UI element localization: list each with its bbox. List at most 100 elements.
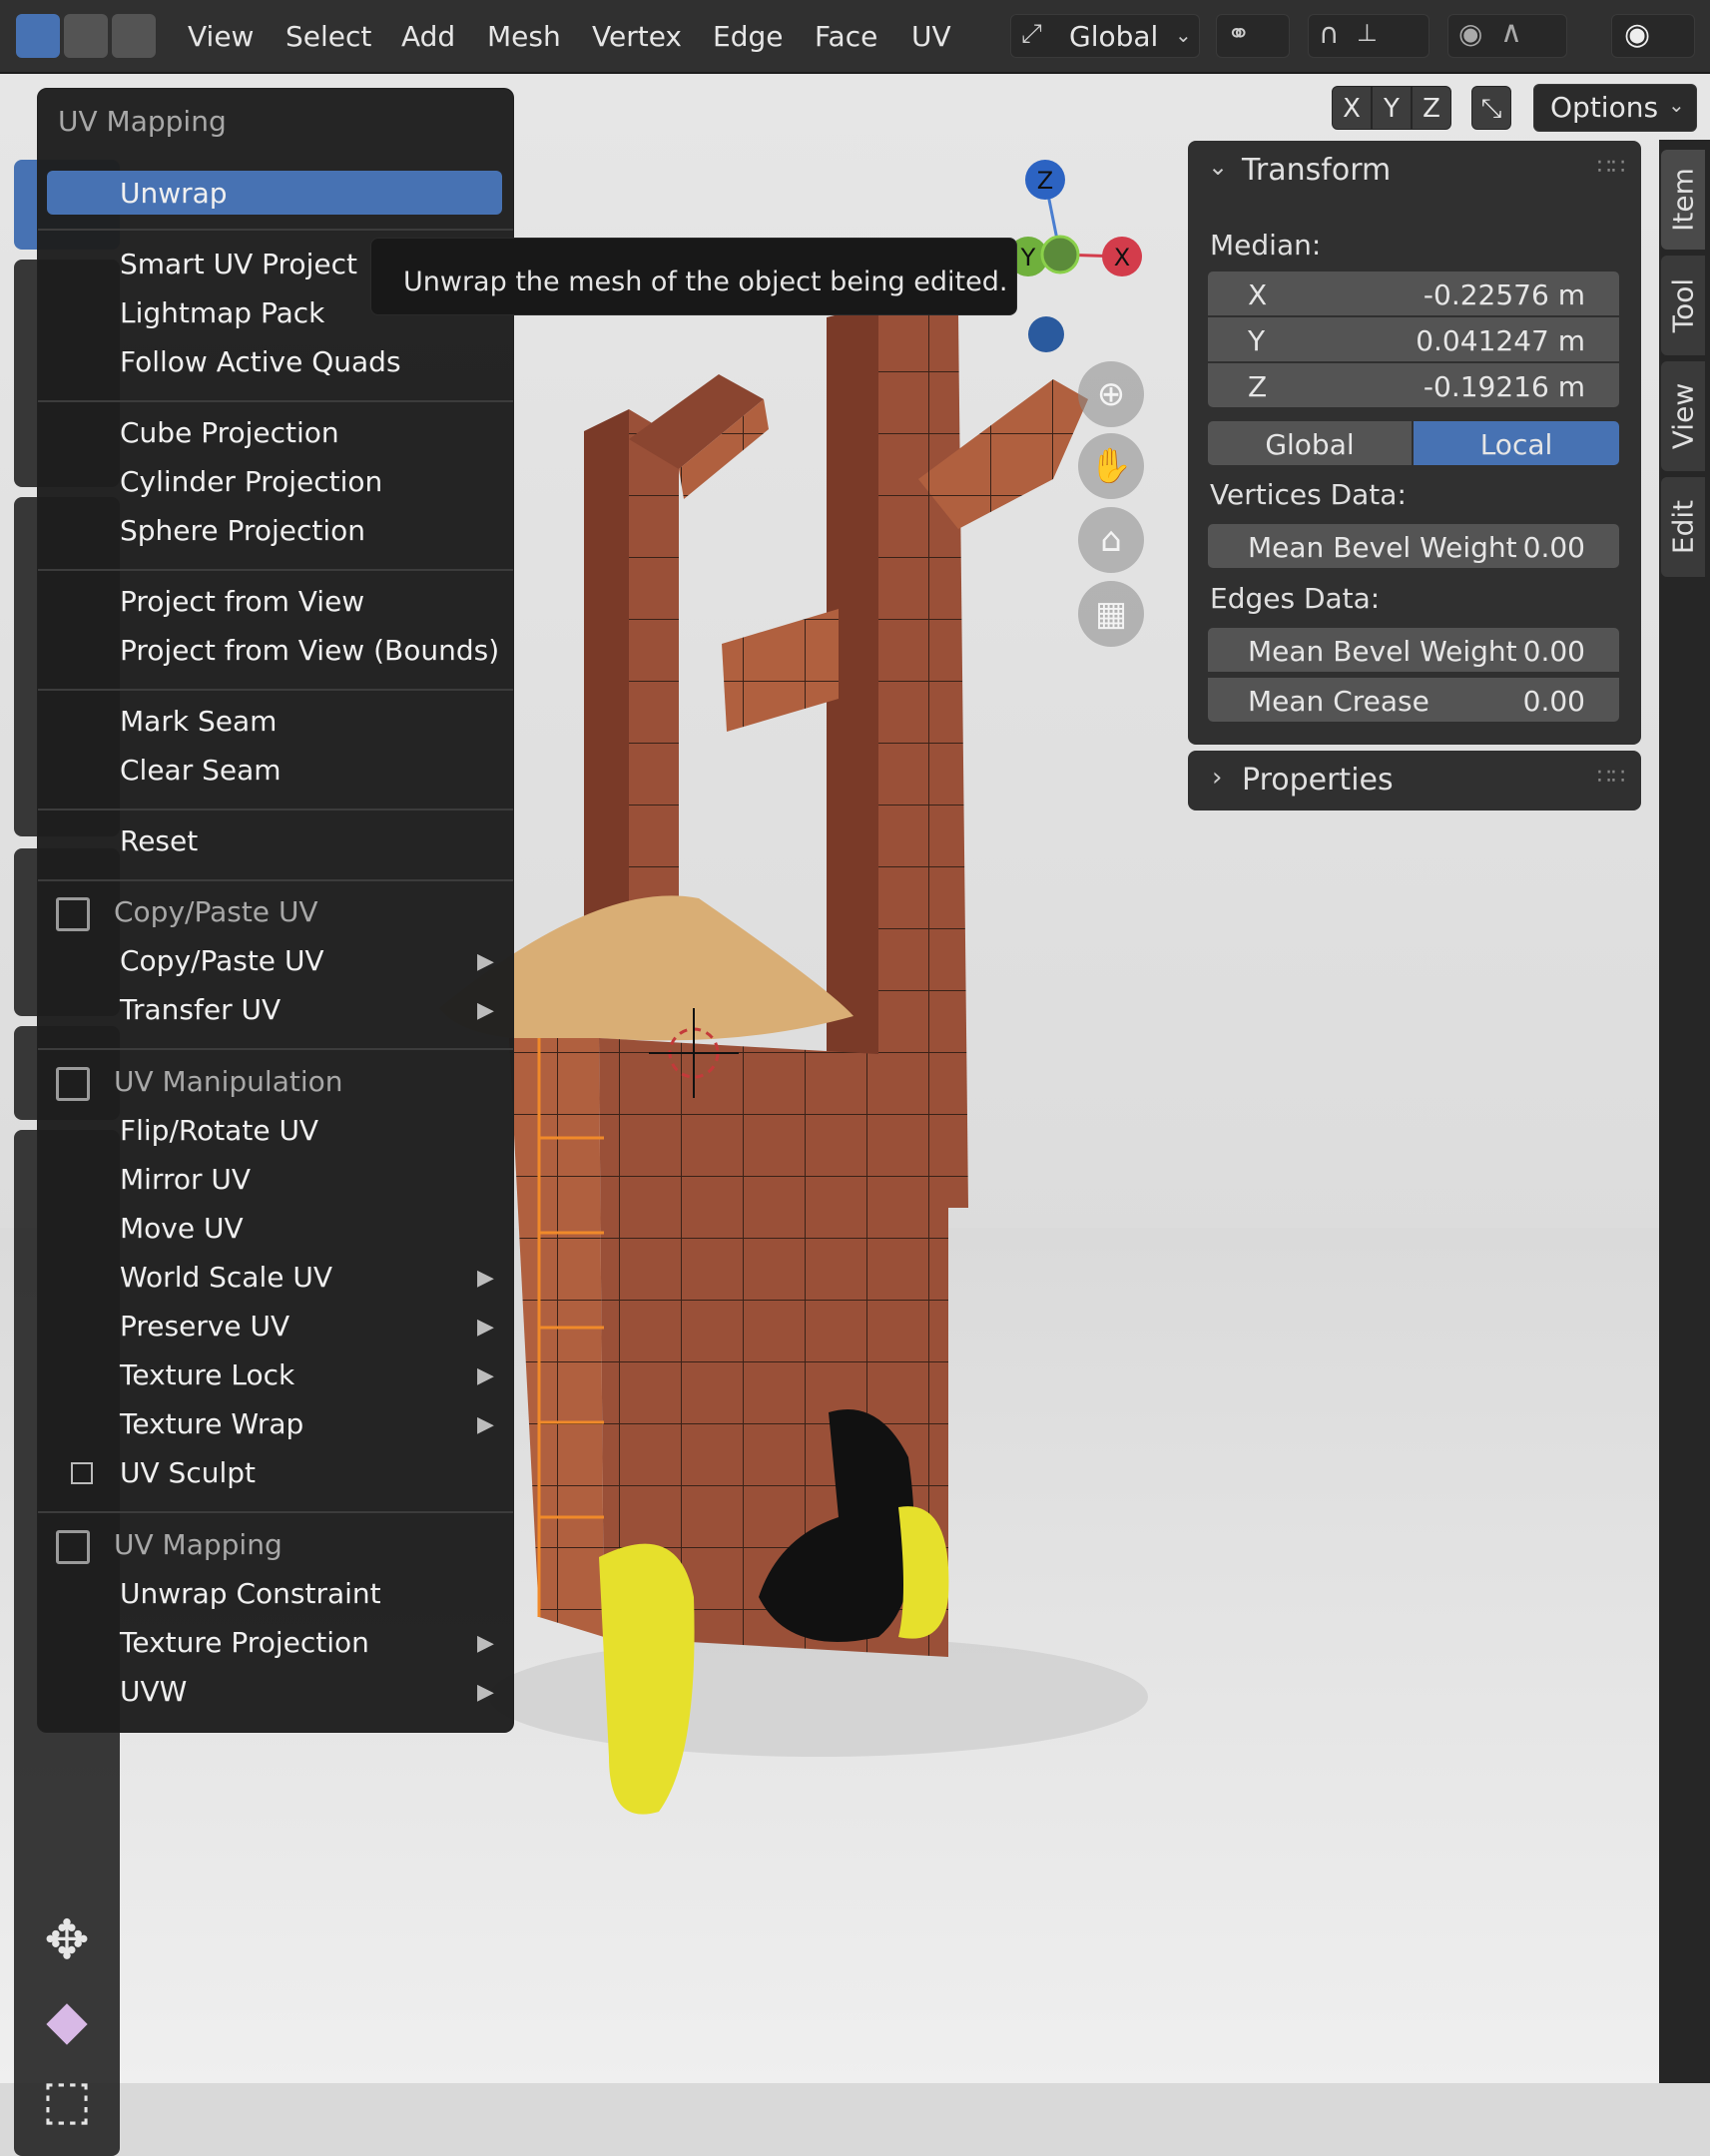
menu-item-clear-seam[interactable]: Clear Seam — [120, 754, 282, 787]
snap-dropdown[interactable]: ∩ ⊥ — [1308, 14, 1429, 58]
addon-icon — [56, 1530, 90, 1564]
left-post-side — [584, 409, 629, 933]
menu-add[interactable]: Add — [401, 20, 455, 53]
box-side — [509, 1038, 604, 1637]
tab-view[interactable]: View — [1661, 361, 1705, 471]
options-label: Options — [1550, 91, 1659, 124]
menu-item-texture-projection[interactable]: Texture Projection — [120, 1626, 369, 1659]
magnet-icon: ∩ — [1319, 17, 1340, 50]
tab-tool[interactable]: Tool — [1661, 256, 1705, 355]
pivot-icon: ⚭ — [1227, 17, 1251, 50]
menu-item-mark-seam[interactable]: Mark Seam — [120, 705, 277, 738]
vertex-select-mode-icon[interactable] — [16, 14, 60, 58]
menu-item-project-from-view[interactable]: Project from View — [120, 585, 364, 618]
menu-vertex[interactable]: Vertex — [592, 20, 682, 53]
edge-select-mode-icon[interactable] — [64, 14, 108, 58]
menu-item-flip-rotate-uv[interactable]: Flip/Rotate UV — [120, 1114, 318, 1147]
mirror-x-toggle[interactable]: X — [1332, 86, 1372, 130]
properties-title: Properties — [1242, 763, 1394, 798]
navigation-gizmo[interactable]: Z X Y — [1008, 155, 1148, 364]
menu-item-copy-paste-uv[interactable]: Copy/Paste UV — [120, 944, 324, 977]
section-title-uv-manipulation: UV Manipulation — [114, 1065, 343, 1098]
menu-item-preserve-uv[interactable]: Preserve UV — [120, 1310, 289, 1343]
menu-item-cube-projection[interactable]: Cube Projection — [120, 416, 339, 449]
menu-item-cylinder-projection[interactable]: Cylinder Projection — [120, 465, 382, 498]
addon-icon — [56, 897, 90, 931]
edge-bevel-label: Mean Bevel Weight — [1248, 635, 1517, 668]
viewport-header: View Select Add Mesh Vertex Edge Face UV… — [0, 0, 1710, 74]
menu-item-world-scale-uv[interactable]: World Scale UV — [120, 1261, 332, 1294]
menu-item-mirror-uv[interactable]: Mirror UV — [120, 1163, 251, 1196]
camera-icon[interactable]: ⌂ — [1078, 507, 1144, 573]
vertex-bevel-weight-field[interactable]: Mean Bevel Weight 0.00 — [1208, 524, 1619, 568]
section-title-copy-paste: Copy/Paste UV — [114, 895, 318, 928]
shrink-fatten-icon[interactable]: ✥ — [32, 1908, 102, 1978]
mirror-z-toggle[interactable]: Z — [1412, 86, 1451, 130]
menu-item-sphere-projection[interactable]: Sphere Projection — [120, 514, 365, 547]
crease-value: 0.00 — [1522, 685, 1585, 718]
menu-item-unwrap-constraint[interactable]: Unwrap Constraint — [120, 1577, 381, 1610]
menu-item-uvw[interactable]: UVW — [120, 1675, 187, 1708]
local-toggle[interactable]: Local — [1414, 421, 1619, 465]
uv-sculpt-checkbox[interactable] — [71, 1462, 93, 1484]
vertex-bevel-label: Mean Bevel Weight — [1248, 531, 1517, 564]
perspective-grid-icon[interactable]: ▦ — [1078, 581, 1144, 647]
drag-handle-icon[interactable]: ∷∷ — [1597, 155, 1625, 180]
panel-title[interactable]: Transform — [1242, 153, 1391, 188]
zoom-icon[interactable]: ⊕ — [1078, 361, 1144, 427]
menu-item-texture-lock[interactable]: Texture Lock — [120, 1358, 294, 1391]
submenu-arrow-icon: ▶ — [477, 1363, 494, 1388]
edge-bevel-weight-field[interactable]: Mean Bevel Weight 0.00 — [1208, 628, 1619, 672]
menu-view[interactable]: View — [188, 20, 254, 53]
tab-edit[interactable]: Edit — [1661, 477, 1705, 577]
mirror-y-toggle[interactable]: Y — [1372, 86, 1412, 130]
submenu-arrow-icon: ▶ — [477, 1315, 494, 1340]
transform-panel: ⌄ Transform ∷∷ Median: X -0.22576 m Y 0.… — [1188, 141, 1641, 745]
menu-edge[interactable]: Edge — [713, 20, 783, 53]
menu-face[interactable]: Face — [815, 20, 877, 53]
submenu-arrow-icon: ▶ — [477, 1412, 494, 1437]
face-select-mode-icon[interactable] — [112, 14, 156, 58]
median-label: Median: — [1210, 229, 1322, 262]
menu-uv[interactable]: UV — [911, 20, 951, 53]
menu-select[interactable]: Select — [285, 20, 371, 53]
add-cube-icon[interactable]: ⬚ — [32, 2068, 102, 2138]
options-dropdown[interactable]: Options ⌄ — [1533, 84, 1697, 132]
pivot-point-dropdown[interactable]: ⚭ — [1216, 14, 1290, 58]
menu-item-lightmap-pack[interactable]: Lightmap Pack — [120, 296, 324, 329]
edges-data-label: Edges Data: — [1210, 582, 1381, 615]
submenu-arrow-icon: ▶ — [477, 1631, 494, 1656]
menu-mesh[interactable]: Mesh — [487, 20, 561, 53]
transform-orientation-dropdown[interactable]: ⤢ Global ⌄ — [1010, 14, 1200, 58]
menu-item-unwrap[interactable]: Unwrap — [120, 177, 228, 210]
global-toggle[interactable]: Global — [1208, 421, 1412, 465]
menu-item-follow-active-quads[interactable]: Follow Active Quads — [120, 345, 401, 378]
vertex-bevel-value: 0.00 — [1522, 531, 1585, 564]
properties-panel-header[interactable]: › Properties ∷∷ — [1188, 751, 1641, 810]
submenu-arrow-icon: ▶ — [477, 949, 494, 974]
tab-item[interactable]: Item — [1661, 150, 1705, 250]
middle-arm — [722, 609, 839, 732]
svg-text:Y: Y — [1020, 244, 1036, 271]
mean-crease-field[interactable]: Mean Crease 0.00 — [1208, 678, 1619, 722]
drag-handle-icon[interactable]: ∷∷ — [1597, 765, 1625, 790]
proportional-icon: ◉ — [1458, 17, 1483, 50]
median-x-field[interactable]: X -0.22576 m — [1208, 271, 1619, 315]
menu-item-texture-wrap[interactable]: Texture Wrap — [120, 1407, 303, 1440]
menu-item-project-from-view-bounds[interactable]: Project from View (Bounds) — [120, 634, 499, 667]
median-y-field[interactable]: Y 0.041247 m — [1208, 317, 1619, 361]
menu-title: UV Mapping — [58, 105, 227, 138]
menu-item-move-uv[interactable]: Move UV — [120, 1212, 244, 1245]
median-z-field[interactable]: Z -0.19216 m — [1208, 363, 1619, 407]
visibility-dropdown[interactable]: ◉ — [1611, 14, 1695, 58]
menu-item-uv-sculpt[interactable]: UV Sculpt — [120, 1456, 256, 1489]
proportional-editing-dropdown[interactable]: ◉ ∧ — [1447, 14, 1567, 58]
pan-hand-icon[interactable]: ✋ — [1078, 433, 1144, 499]
shear-icon[interactable]: ◆ — [32, 1988, 102, 2058]
menu-item-reset[interactable]: Reset — [120, 824, 198, 857]
chevron-down-icon[interactable]: ⌄ — [1208, 153, 1228, 181]
menu-item-transfer-uv[interactable]: Transfer UV — [120, 993, 281, 1026]
svg-text:Z: Z — [1037, 167, 1053, 195]
topology-mirror-icon[interactable]: ⤡ — [1471, 86, 1511, 130]
menu-item-smart-uv-project[interactable]: Smart UV Project — [120, 248, 357, 280]
